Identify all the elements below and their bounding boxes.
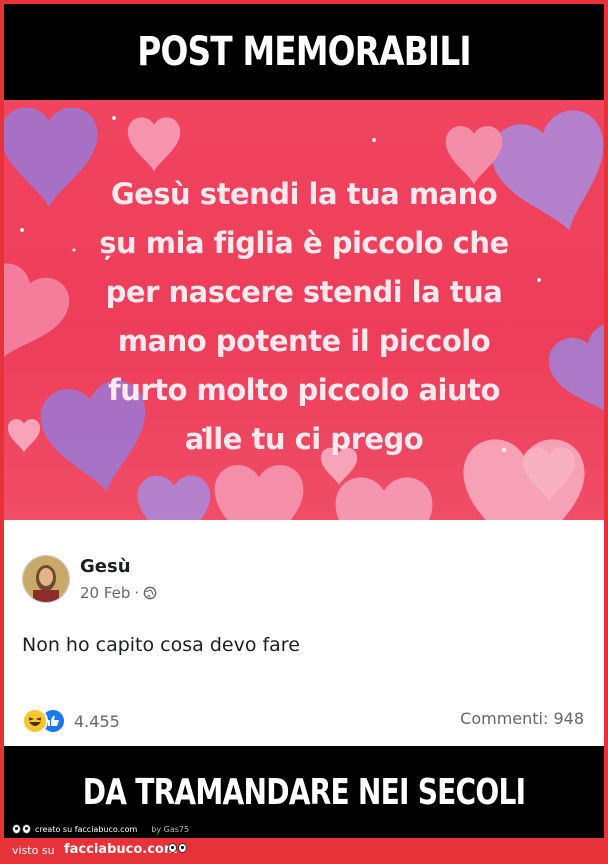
globe-icon bbox=[143, 586, 157, 600]
quote-line: mano potente il piccolo bbox=[117, 324, 491, 358]
haha-reaction-icon bbox=[22, 708, 48, 734]
quote-line: Gesù stendi la tua mano bbox=[110, 177, 498, 211]
quote-image: Gesù stendi la tua mano șu mia figlia è … bbox=[4, 100, 604, 520]
eyes-logo-icon bbox=[12, 824, 31, 834]
creator-credit: creato su facciabuco.com by Gas75 bbox=[12, 824, 189, 834]
post-meta: 20 Feb · bbox=[80, 584, 157, 602]
avatar[interactable] bbox=[22, 555, 70, 603]
heart-shape bbox=[137, 475, 211, 520]
quote-line: șu mia figlia è piccolo che bbox=[99, 226, 509, 260]
site-footer: visto su facciabuco.com bbox=[0, 838, 608, 864]
quote-line: furto molto piccolo aiuto bbox=[108, 373, 500, 407]
comments-count[interactable]: Commenti: 948 bbox=[460, 709, 584, 728]
heart-shape bbox=[214, 465, 304, 520]
reaction-count: 4.455 bbox=[74, 711, 120, 731]
post-date[interactable]: 20 Feb bbox=[80, 584, 130, 602]
eyes-logo-icon bbox=[168, 843, 187, 853]
reactions-summary[interactable]: 4.455 bbox=[22, 708, 120, 734]
heart-shape bbox=[127, 117, 181, 172]
credit-created: creato su facciabuco.com bbox=[35, 824, 138, 834]
heart-shape bbox=[7, 419, 41, 453]
quote-text: Gesù stendi la tua mano șu mia figlia è … bbox=[44, 170, 564, 464]
quote-line: alle tu ci prego bbox=[184, 422, 424, 456]
facebook-post: Gesù 20 Feb · Non ho capito cosa devo fa… bbox=[4, 520, 604, 746]
quote-line: per nascere stendi la tua bbox=[105, 275, 503, 309]
meme-frame: POST MEMORABILI Gesù stendi la tua mano … bbox=[4, 4, 604, 838]
post-author[interactable]: Gesù bbox=[80, 556, 131, 577]
post-text: Non ho capito cosa devo fare bbox=[22, 634, 300, 656]
credit-author: by Gas75 bbox=[151, 824, 190, 834]
avatar-image bbox=[23, 556, 69, 602]
footer-seen-on: visto su bbox=[12, 844, 55, 857]
top-caption: POST MEMORABILI bbox=[137, 29, 471, 75]
heart-shape bbox=[335, 477, 433, 520]
meta-separator: · bbox=[134, 584, 140, 602]
footer-site-link[interactable]: facciabuco.com bbox=[64, 842, 177, 857]
